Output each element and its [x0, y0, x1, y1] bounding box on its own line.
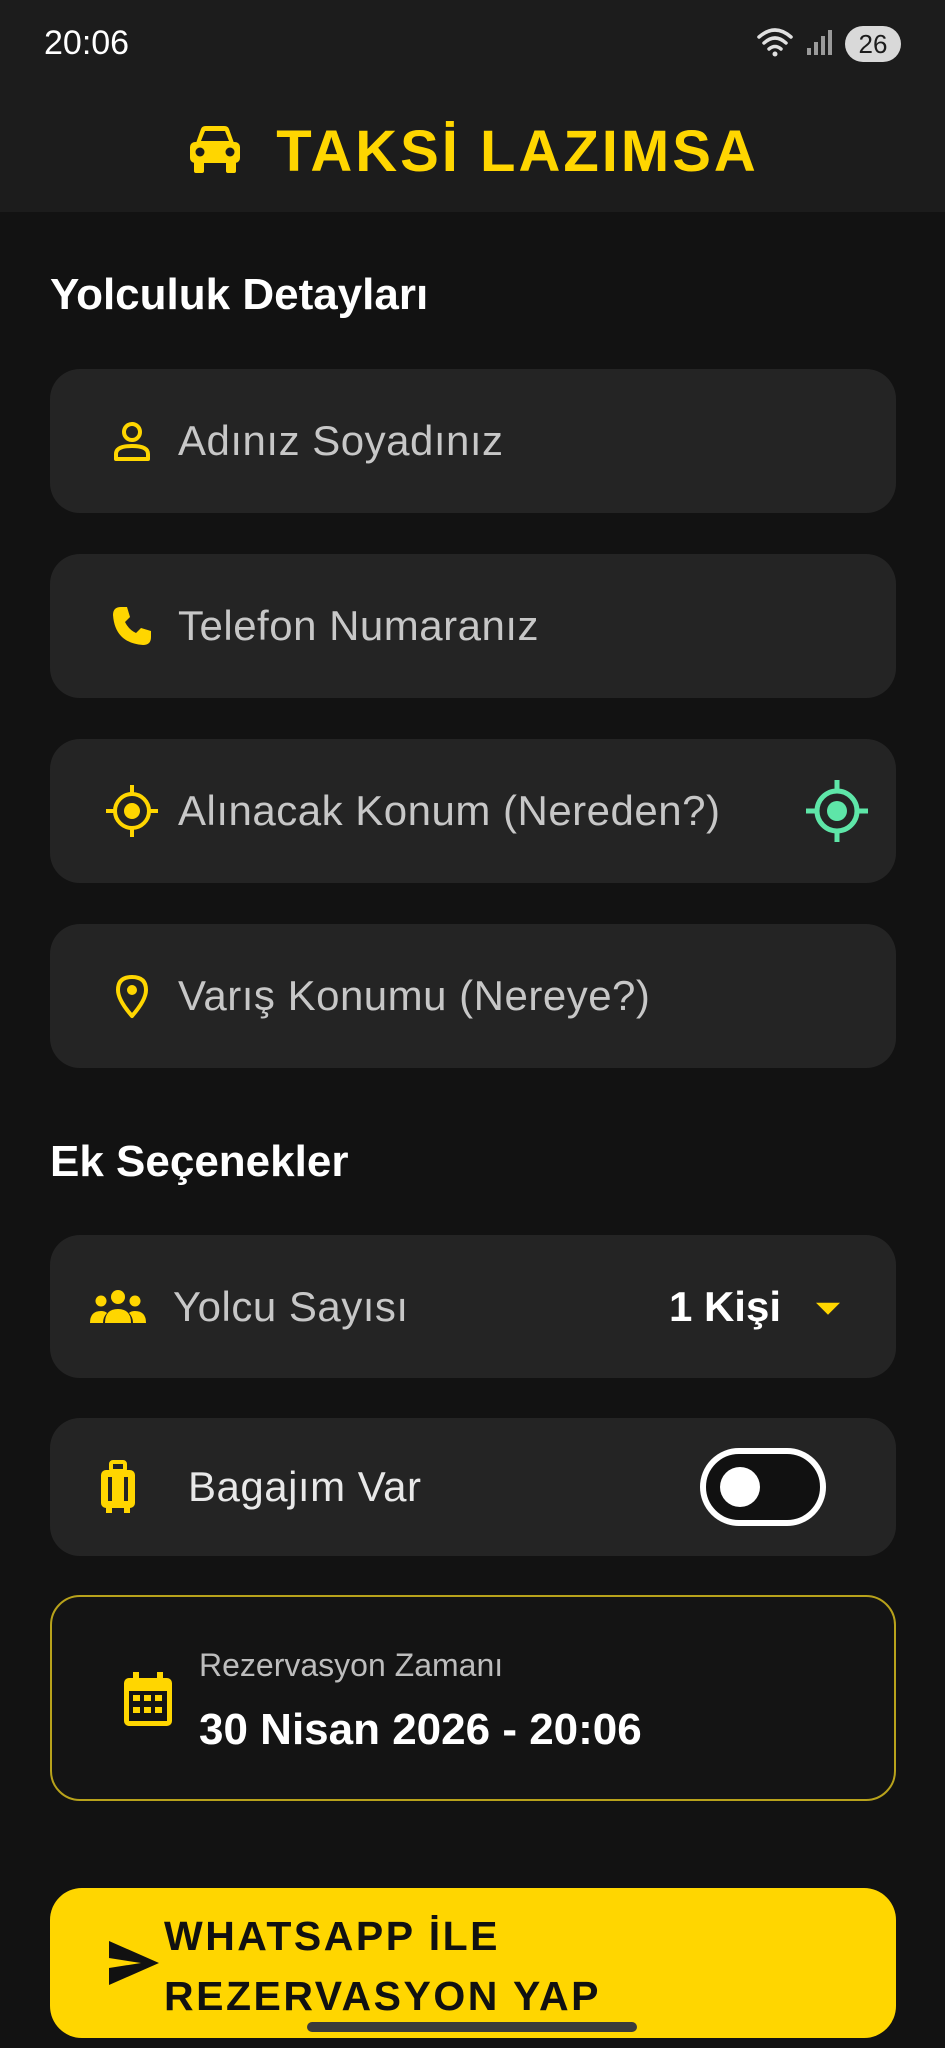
name-input[interactable]: Adınız Soyadınız	[178, 417, 504, 465]
trip-details-title: Yolculuk Detayları	[50, 270, 429, 319]
extra-options-title: Ek Seçenekler	[50, 1137, 349, 1186]
status-icons: 26	[755, 24, 901, 64]
reservation-time-value: 30 Nisan 2026 - 20:06	[199, 1705, 642, 1754]
luggage-row: Bagajım Var	[50, 1418, 896, 1556]
pickup-input[interactable]: Alınacak Konum (Nereden?)	[178, 787, 720, 835]
chevron-down-icon[interactable]	[816, 1302, 840, 1315]
whatsapp-reservation-label: WHATSAPP İLE REZERVASYON YAP	[164, 1913, 602, 2019]
luggage-icon	[98, 1460, 138, 1514]
whatsapp-reservation-button[interactable]: WHATSAPP İLE REZERVASYON YAP	[50, 1888, 896, 2038]
group-icon	[88, 1285, 148, 1329]
passenger-count-label: Yolcu Sayısı	[173, 1282, 409, 1330]
battery-icon: 26	[845, 26, 901, 62]
toggle-knob	[720, 1467, 760, 1507]
passenger-count-value[interactable]: 1 Kişi	[669, 1283, 781, 1331]
app-header: TAKSİ LAZIMSA	[0, 90, 945, 212]
send-icon	[107, 1939, 161, 1987]
reservation-time-label: Rezervasyon Zamanı	[199, 1647, 504, 1683]
wifi-icon	[755, 25, 795, 64]
phone-icon	[108, 602, 156, 650]
car-icon	[186, 123, 244, 180]
destination-field[interactable]: Varış Konumu (Nereye?)	[50, 924, 896, 1068]
calendar-icon	[120, 1670, 176, 1730]
pickup-field[interactable]: Alınacak Konum (Nereden?)	[50, 739, 896, 883]
home-indicator[interactable]	[307, 2022, 637, 2032]
status-time: 20:06	[44, 24, 130, 62]
signal-icon	[805, 27, 835, 62]
passenger-count-select[interactable]: Yolcu Sayısı 1 Kişi	[50, 1235, 896, 1378]
luggage-toggle[interactable]	[700, 1448, 826, 1526]
phone-input[interactable]: Telefon Numaranız	[178, 602, 539, 650]
my-location-icon[interactable]	[804, 778, 870, 844]
phone-field[interactable]: Telefon Numaranız	[50, 554, 896, 698]
luggage-label: Bagajım Var	[188, 1463, 422, 1510]
status-bar: 20:06 26	[0, 0, 945, 90]
app-title: TAKSİ LAZIMSA	[276, 118, 759, 184]
person-icon	[108, 417, 156, 465]
target-icon	[106, 785, 158, 837]
destination-input[interactable]: Varış Konumu (Nereye?)	[178, 972, 650, 1020]
location-pin-icon	[108, 972, 156, 1020]
reservation-time-card[interactable]: Rezervasyon Zamanı 30 Nisan 2026 - 20:06	[50, 1595, 896, 1801]
name-field[interactable]: Adınız Soyadınız	[50, 369, 896, 513]
